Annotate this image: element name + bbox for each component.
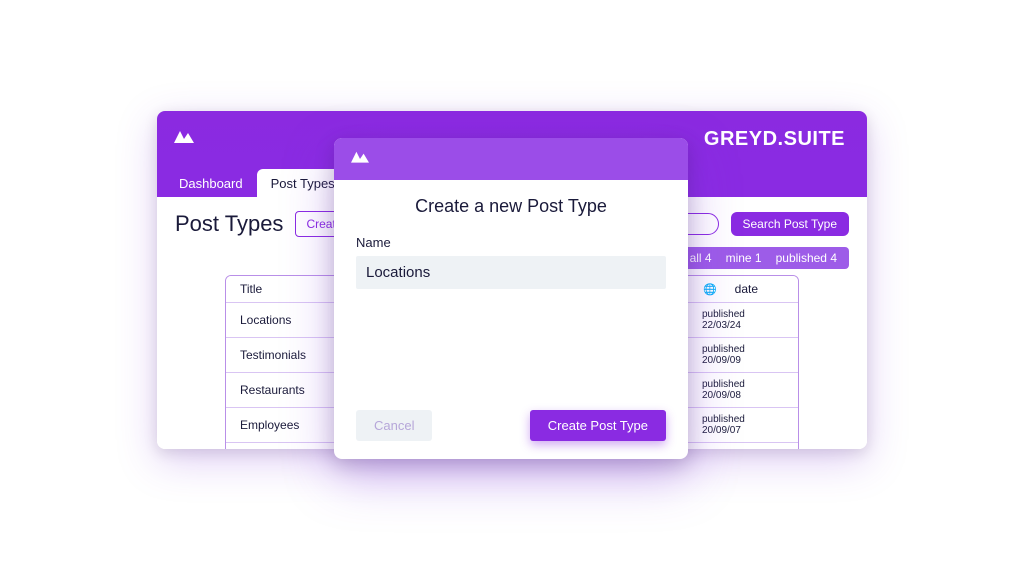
search-button[interactable]: Search Post Type [731, 212, 850, 236]
brand-logo-icon [171, 129, 197, 149]
filters-pill: all 4 mine 1 published 4 [678, 247, 849, 269]
brand-logo-icon [348, 150, 372, 168]
filter-published[interactable]: published 4 [776, 251, 837, 265]
col-status-header: 🌐 date [688, 276, 798, 303]
row-status: published 20/09/09 [688, 338, 798, 373]
filter-all[interactable]: all 4 [690, 251, 712, 265]
globe-icon: 🌐 [702, 283, 718, 296]
name-field-input[interactable] [356, 256, 666, 289]
create-post-type-button[interactable]: Create Post Type [530, 410, 666, 441]
create-post-type-modal: Create a new Post Type Name Cancel Creat… [334, 138, 688, 459]
modal-header [334, 138, 688, 180]
tab-dashboard[interactable]: Dashboard [165, 169, 257, 197]
row-status: published 20/09/08 [688, 373, 798, 408]
col-date-header[interactable]: date [735, 282, 758, 296]
modal-title: Create a new Post Type [356, 196, 666, 217]
row-status: published 20/09/07 [688, 408, 798, 443]
footer-status: 🌐 date [688, 443, 798, 450]
filter-mine[interactable]: mine 1 [726, 251, 762, 265]
name-field-label: Name [356, 235, 666, 250]
cancel-button[interactable]: Cancel [356, 410, 432, 441]
modal-body: Create a new Post Type Name [334, 180, 688, 396]
row-status: published 22/03/24 [688, 303, 798, 338]
page-title: Post Types [175, 211, 283, 237]
modal-footer: Cancel Create Post Type [334, 396, 688, 459]
brand-name: GREYD.SUITE [704, 128, 845, 151]
